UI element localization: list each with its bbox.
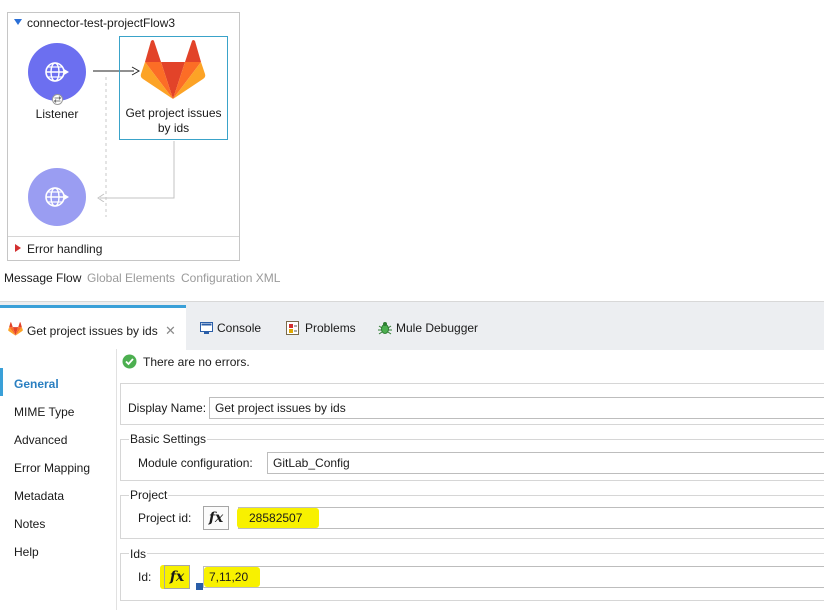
tab-properties-label: Get project issues by ids [27,324,158,338]
expand-arrow-icon[interactable] [15,244,21,252]
project-title: Project [129,488,169,502]
panel-divider [116,349,117,610]
nav-selection-indicator [0,368,3,396]
gitlab-node-label-line2: by ids [157,121,190,135]
nav-general[interactable]: General [14,377,59,391]
ids-title: Ids [129,547,148,561]
check-circle-icon [122,354,137,369]
module-config-select[interactable]: GitLab_Config [267,452,824,474]
listener-response-node[interactable] [28,168,86,226]
nav-error-mapping[interactable]: Error Mapping [14,461,90,475]
flow-title: connector-test-projectFlow3 [27,16,176,30]
id-value: 7,11,20 [209,570,249,584]
gitlab-logo-icon [140,40,206,99]
nav-notes[interactable]: Notes [14,517,45,531]
error-handling-label: Error handling [27,242,103,256]
id-fx-toggle[interactable]: fx [164,565,190,589]
info-marker-icon [196,583,203,590]
tab-configuration-xml[interactable]: Configuration XML [181,271,280,285]
project-id-input[interactable]: 28582507 [237,507,824,529]
gitlab-node-label: Get project issues by ids [119,106,228,136]
globe-icon [45,187,69,207]
close-icon[interactable]: ✕ [165,323,176,339]
gitlab-logo-icon [8,322,23,336]
globe-icon [45,62,69,82]
listener-label: Listener [35,107,79,121]
tab-properties[interactable]: Get project issues by ids ✕ [0,305,186,350]
collapse-arrow-icon[interactable] [14,19,22,25]
basic-settings-title: Basic Settings [129,432,208,446]
module-config-label: Module configuration: [138,456,253,470]
nav-help[interactable]: Help [14,545,39,559]
console-icon [200,322,213,334]
flow-canvas: connector-test-projectFlow3 Listener Get… [7,12,240,261]
status-message: There are no errors. [143,355,250,369]
id-label: Id: [138,570,152,584]
listener-node[interactable] [28,43,86,101]
gitlab-node-label-line1: Get project issues [125,106,222,120]
tab-problems[interactable]: Problems [305,321,356,335]
display-name-label: Display Name: [128,401,207,415]
tab-console[interactable]: Console [217,321,261,335]
display-name-input[interactable]: Get project issues by ids [209,397,824,419]
bidirectional-icon [52,94,63,105]
nav-metadata[interactable]: Metadata [14,489,64,503]
project-id-fx-toggle[interactable]: fx [203,506,229,530]
id-input[interactable]: 7,11,20 [203,566,824,588]
project-id-label: Project id: [138,511,192,525]
view-tab-bar: Get project issues by ids ✕ Console Prob… [0,301,824,350]
project-id-value: 28582507 [249,511,303,525]
debugger-bug-icon [378,322,392,335]
nav-mime-type[interactable]: MIME Type [14,405,74,419]
nav-advanced[interactable]: Advanced [14,433,67,447]
flow-return-path [97,141,175,202]
error-handling-section[interactable]: Error handling [8,236,239,261]
tab-mule-debugger[interactable]: Mule Debugger [396,321,478,335]
tab-global-elements[interactable]: Global Elements [87,271,175,285]
problems-icon [286,321,299,335]
flow-header[interactable]: connector-test-projectFlow3 [8,13,239,33]
tab-message-flow[interactable]: Message Flow [4,271,81,285]
